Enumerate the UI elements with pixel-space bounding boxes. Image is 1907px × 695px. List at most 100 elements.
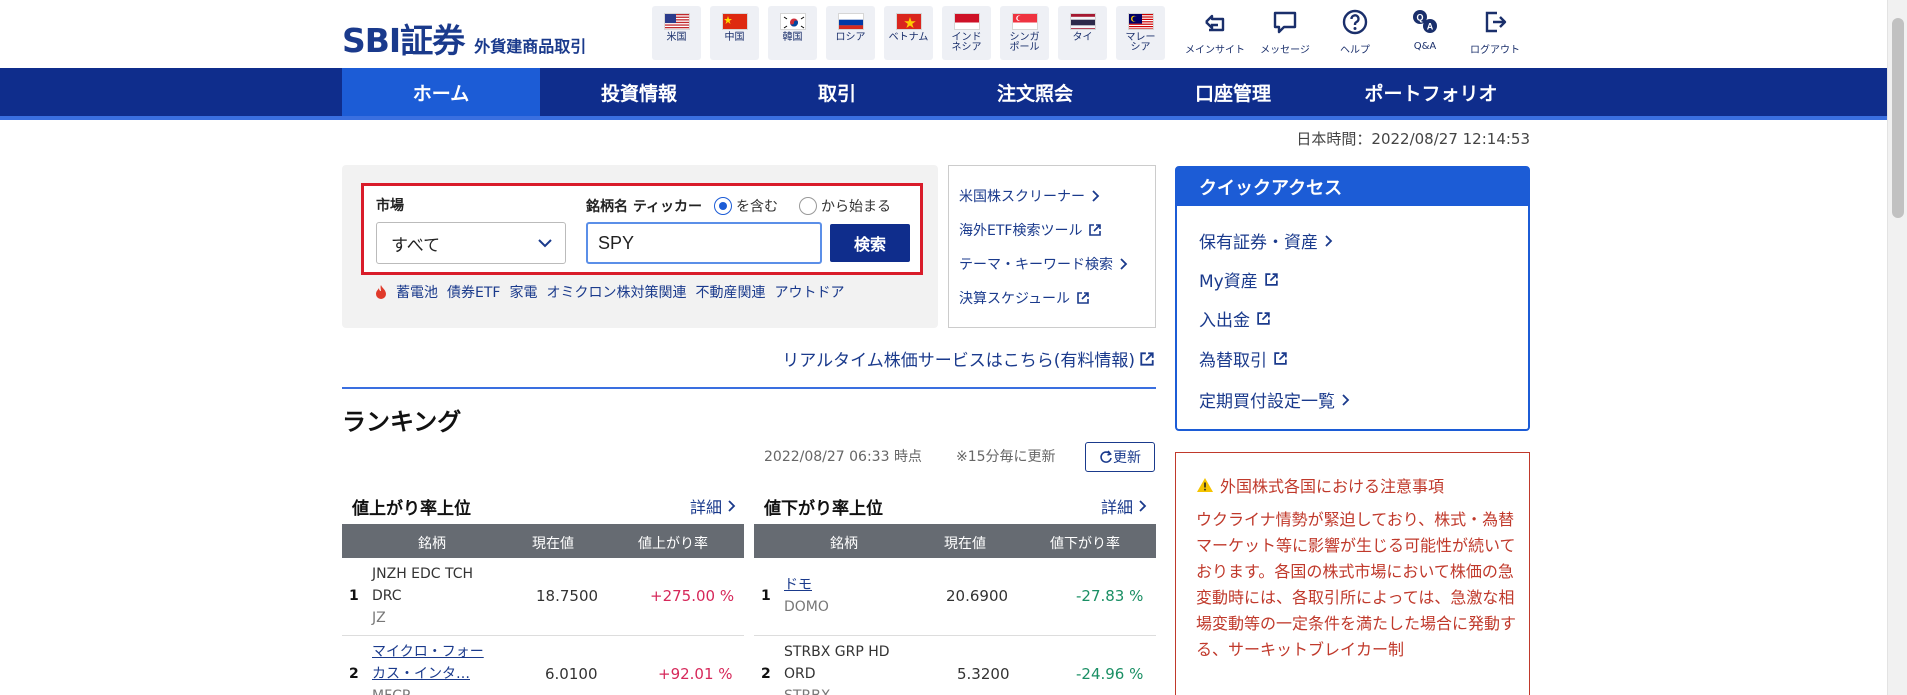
china-flag-icon [721,13,748,30]
theme-keyword-search-link[interactable]: テーマ・キーワード検索 [959,254,1129,274]
russia-flag-icon [837,13,864,30]
quick-holdings-link[interactable]: 保有証券・資産 [1199,228,1334,253]
keyword-link[interactable]: アウトドア [774,282,844,302]
nav-order-inquiry[interactable]: 注文照会 [936,68,1134,116]
malaysia-flag-icon [1127,13,1154,30]
etf-search-tool-link[interactable]: 海外ETF検索ツール [959,220,1102,240]
notice-body: ウクライナ情勢が緊迫しており、株式・為替マーケット等に影響が生じる可能性が続いて… [1196,510,1517,659]
sbi-logo[interactable]: SBI証券 外貨建商品取引 [342,14,586,62]
notice-title-text: 外国株式各国における注意事項 [1220,477,1445,496]
main-site-link[interactable]: メインサイト [1180,8,1250,56]
table-row[interactable]: 2 STRBX GRP HD ORD STRBX 5.3200 -24.96 % [754,636,1156,695]
stock-name-line1[interactable]: マイクロ・フォー [372,641,484,663]
realtime-link-label: リアルタイム株価サービスはこちら(有料情報) [782,351,1135,371]
flag-china[interactable]: 中国 [710,6,759,60]
search-box-highlight: 市場 すべて 銘柄名 ティッカー を含む から始まる 検索 [361,183,923,275]
flag-vietnam[interactable]: ベトナム [884,6,933,60]
quick-access-title: クイックアクセス [1177,168,1528,206]
stock-code: JZ [372,610,386,626]
scrollbar-thumb[interactable] [1892,18,1904,218]
section-divider [342,387,1156,389]
keyword-link[interactable]: 不動産関連 [695,282,765,302]
nav-portfolio[interactable]: ポートフォリオ [1332,68,1530,116]
nav-home[interactable]: ホーム [342,68,540,116]
nav-trade[interactable]: 取引 [738,68,936,116]
realtime-price-link[interactable]: リアルタイム株価サービスはこちら(有料情報) [782,346,1155,371]
stock-price: 20.6900 [946,587,1009,605]
chevron-right-icon [1120,258,1128,270]
quick-item-label: My資産 [1199,272,1258,292]
flag-malaysia[interactable]: マレー シア [1116,6,1165,60]
flag-label: ベトナム [888,32,929,43]
us-flag-icon [663,13,690,30]
keyword-link[interactable]: オミクロン株対策関連 [546,282,686,302]
logout-link[interactable]: ログアウト [1460,8,1530,56]
keyword-link[interactable]: 債券ETF [447,282,500,302]
flag-indonesia[interactable]: インド ネシア [942,6,991,60]
us-stock-screener-link[interactable]: 米国株スクリーナー [959,186,1101,206]
util-label: メインサイト [1185,45,1245,56]
flag-thailand[interactable]: タイ [1058,6,1107,60]
singapore-flag-icon [1011,13,1038,30]
stock-name-line1[interactable]: ドモ [784,574,829,596]
flag-russia[interactable]: ロシア [826,6,875,60]
market-select[interactable]: すべて [376,222,566,264]
stock-name[interactable]: マイクロ・フォー カス・インタ… MFCP [372,641,484,695]
notice-title[interactable]: 外国株式各国における注意事項 [1196,473,1444,497]
keyword-link[interactable]: 蓄電池 [396,282,438,302]
logout-icon [1485,11,1507,33]
table-row[interactable]: 2 マイクロ・フォー カス・インタ… MFCP 6.0100 +92.01 % [342,636,744,695]
external-link-icon [1140,351,1154,366]
warning-icon [1197,478,1213,492]
losers-detail-link[interactable]: 詳細 [1101,494,1149,518]
search-button[interactable]: 検索 [830,224,910,262]
flag-label: 韓国 [782,32,803,43]
flag-korea[interactable]: 韓国 [768,6,817,60]
radio-starts-with[interactable]: から始まる [799,196,891,216]
util-label: ヘルプ [1340,45,1370,56]
gainers-detail-link[interactable]: 詳細 [690,494,738,518]
refresh-icon [1100,450,1112,463]
quick-item-label: 定期買付設定一覧 [1199,392,1335,412]
qa-link[interactable]: QA Q&A [1390,8,1460,56]
flag-us[interactable]: 米国 [652,6,701,60]
stock-name: JNZH EDC TCH DRC JZ [372,563,473,629]
stock-name-line2: ORD [784,666,816,682]
stock-name-line2[interactable]: カス・インタ… [372,663,484,685]
page-scrollbar[interactable] [1887,0,1907,695]
col-price: 現在値 [532,536,574,552]
chevron-right-icon [728,500,736,512]
table-row[interactable]: 1 JNZH EDC TCH DRC JZ 18.7500 +275.00 % [342,558,744,636]
stock-name: STRBX GRP HD ORD STRBX [784,641,890,695]
radio-contains[interactable]: を含む [714,196,778,216]
col-name: 銘柄 [830,536,858,552]
nav-account[interactable]: 口座管理 [1134,68,1332,116]
vietnam-flag-icon [895,13,922,30]
quick-my-assets-link[interactable]: My資産 [1199,267,1279,292]
earnings-schedule-link[interactable]: 決算スケジュール [959,288,1090,308]
table-row[interactable]: 1 ドモ DOMO 20.6900 -27.83 % [754,558,1156,636]
refresh-button[interactable]: 更新 [1085,442,1155,472]
flag-label: タイ [1072,32,1093,43]
keyword-link[interactable]: 家電 [509,282,537,302]
stock-price: 5.3200 [957,665,1010,683]
stock-name[interactable]: ドモ DOMO [784,574,829,618]
nav-investment-info[interactable]: 投資情報 [540,68,738,116]
quick-deposit-link[interactable]: 入出金 [1199,306,1271,331]
quick-periodic-purchase-link[interactable]: 定期買付設定一覧 [1199,387,1351,412]
radio-starts-label: から始まる [821,199,891,215]
help-icon [1342,9,1368,35]
market-label: 市場 [376,198,404,214]
external-link-icon [1089,224,1102,236]
flag-singapore[interactable]: シンガ ポール [1000,6,1049,60]
indonesia-flag-icon [953,13,980,30]
external-link-icon [1077,292,1089,304]
stock-change: +92.01 % [658,665,733,683]
ticker-search-input[interactable] [586,222,822,264]
help-link[interactable]: ヘルプ [1320,8,1390,56]
svg-text:Q: Q [1416,13,1423,23]
quick-item-label: 為替取引 [1199,351,1267,371]
detail-label: 詳細 [690,498,723,517]
quick-fx-link[interactable]: 為替取引 [1199,346,1288,371]
message-link[interactable]: メッセージ [1250,8,1320,56]
